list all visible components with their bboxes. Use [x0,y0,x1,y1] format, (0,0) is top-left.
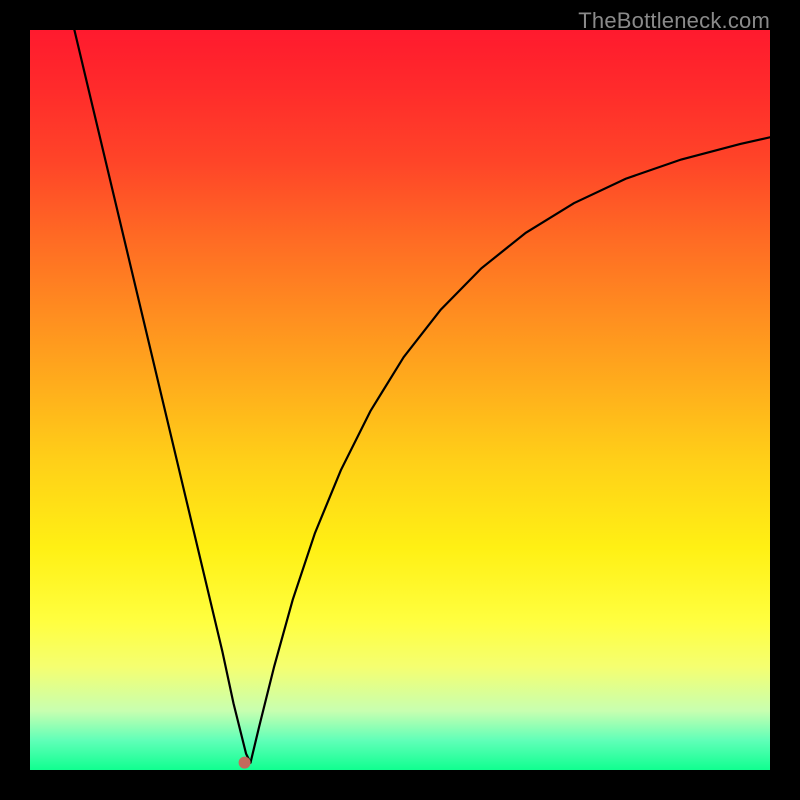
plot-area [30,30,770,770]
curve-group [74,30,770,769]
bottleneck-curve-left [74,30,250,763]
curve-svg [30,30,770,770]
chart-container: TheBottleneck.com [0,0,800,800]
optimal-point-marker [239,757,251,769]
watermark-text: TheBottleneck.com [578,8,770,34]
bottleneck-curve-right [251,137,770,762]
